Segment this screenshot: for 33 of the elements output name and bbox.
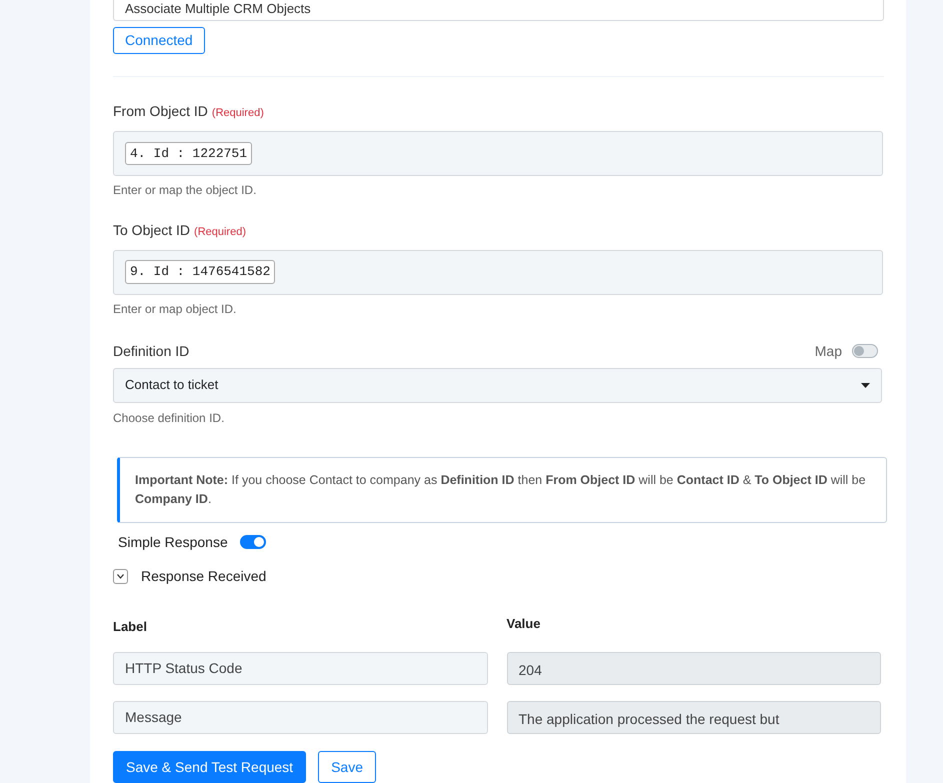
field-label: Definition ID xyxy=(113,342,190,361)
simple-response-label: Simple Response xyxy=(118,532,228,552)
field-value: Associate Multiple CRM Objects xyxy=(125,1,311,18)
label-field[interactable]: HTTP Status Code xyxy=(113,652,488,686)
mapped-token[interactable]: 4. Id : 1222751 xyxy=(125,142,252,166)
mapped-token[interactable]: 9. Id : 1476541582 xyxy=(125,260,276,284)
response-received-label: Response Received xyxy=(141,566,266,586)
label-field[interactable]: Message xyxy=(113,701,488,734)
simple-response-toggle[interactable] xyxy=(240,535,266,550)
note-text: Important Note: If you choose Contact to company as Definition ID then From Object ID will be Contact ID & To Object ID will be Company ID. xyxy=(135,472,867,508)
help-text: Choose definition ID. xyxy=(113,410,226,427)
value-field: The application processed the request but xyxy=(506,701,881,734)
required-label: (Required) xyxy=(194,224,246,240)
map-toggle[interactable] xyxy=(852,344,878,358)
required-label: (Required) xyxy=(212,106,264,121)
chevron-down-icon xyxy=(117,574,124,579)
input-field[interactable]: 9. Id : 1476541582 xyxy=(113,250,883,295)
help-text: Enter or map the object ID. xyxy=(113,182,258,199)
column-header: Label xyxy=(113,618,148,636)
secondary-button[interactable]: Save xyxy=(318,751,376,783)
help-text: Enter or map object ID. xyxy=(113,300,238,318)
input-field[interactable]: 4. Id : 1222751 xyxy=(113,130,883,176)
field-label: To Object ID xyxy=(113,220,190,240)
value-field: 204 xyxy=(506,652,881,686)
primary-button[interactable]: Save & Send Test Request xyxy=(113,751,306,783)
input-field[interactable]: Associate Multiple CRM Objects xyxy=(113,0,884,22)
caret-icon xyxy=(861,382,870,388)
column-header: Value xyxy=(506,614,542,633)
connected-button[interactable]: Connected xyxy=(113,27,205,54)
map-label: Map xyxy=(814,342,842,361)
definition-dropdown[interactable]: Contact to ticket xyxy=(113,368,882,403)
field-label: From Object ID xyxy=(113,102,208,121)
expand-toggle[interactable] xyxy=(113,568,128,584)
